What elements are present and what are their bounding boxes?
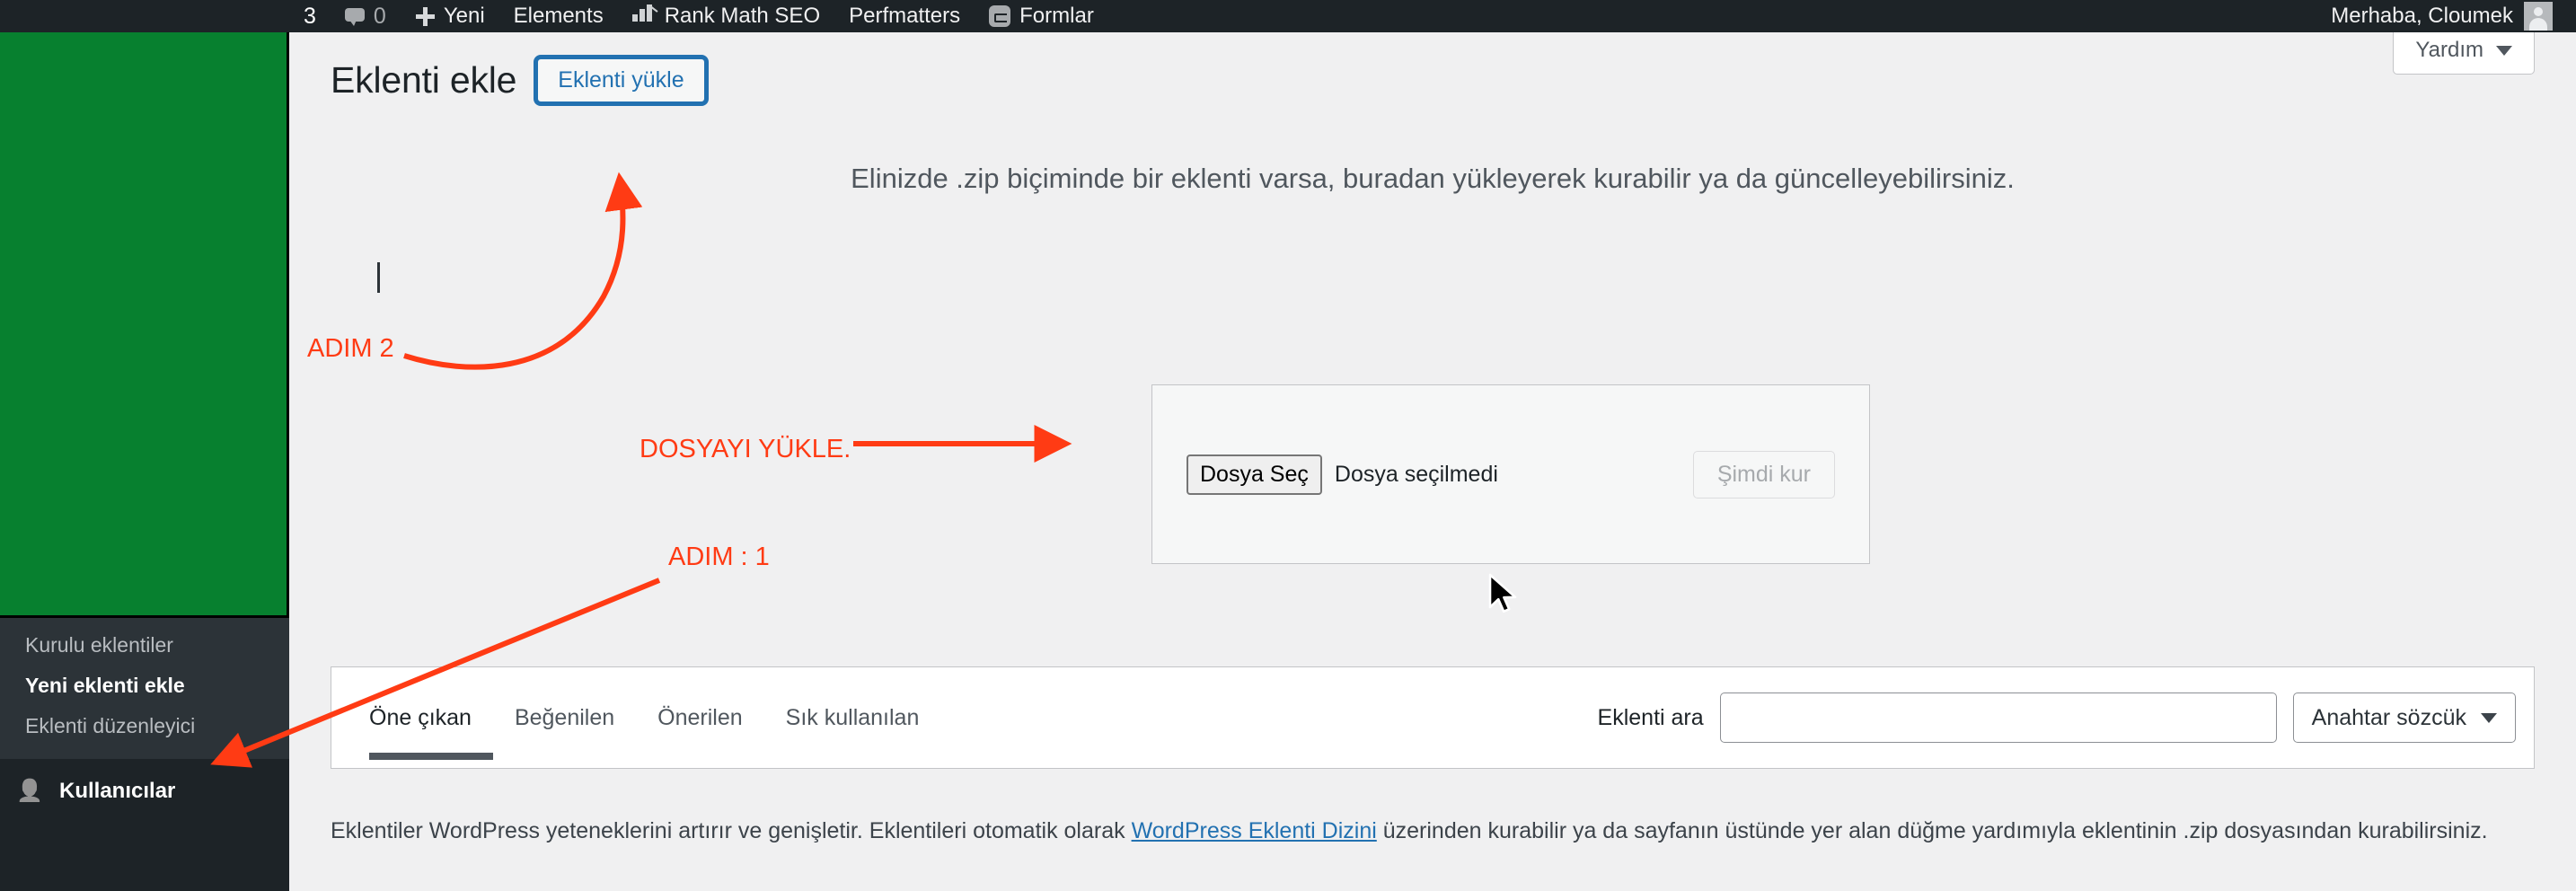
chevron-down-icon xyxy=(2481,712,2497,723)
help-button-label: Yardım xyxy=(2415,38,2483,62)
comments-count: 0 xyxy=(373,3,386,29)
page-title: Eklenti ekle xyxy=(331,59,517,101)
screen-root: 3 0 Yeni Elements Rank Math SEO Perfmatt… xyxy=(0,0,2576,891)
admin-sidebar: Ⓦ ⌂ Cloumek Başlangıç Yazılar Ortamlar F… xyxy=(0,0,290,891)
admin-bar-elements[interactable]: Elements xyxy=(499,0,618,32)
admin-bar-perfmatters[interactable]: Perfmatters xyxy=(834,0,975,32)
main-content: Yardım Eklenti ekle Eklenti yükle Eliniz… xyxy=(289,32,2576,891)
help-button[interactable]: Yardım xyxy=(2393,32,2535,75)
sidebar-item-yeni-eklenti-ekle[interactable]: Yeni eklenti ekle xyxy=(0,666,289,706)
sidebar-item-eklenti-duzenleyici[interactable]: Eklenti düzenleyici xyxy=(0,706,289,746)
plugin-upload-box: Dosya Seç Dosya seçilmedi Şimdi kur xyxy=(1151,384,1870,564)
admin-bar: 3 0 Yeni Elements Rank Math SEO Perfmatt… xyxy=(0,0,2576,32)
description-part1: Eklentiler WordPress yeteneklerini artır… xyxy=(331,818,1132,843)
user-avatar-icon xyxy=(2524,2,2553,31)
content-wrap: Yardım Eklenti ekle Eklenti yükle Eliniz… xyxy=(289,32,2576,195)
sidebar-item-kullanicilar[interactable]: Kullanıcılar xyxy=(0,759,289,824)
tab-sik-kullanilan[interactable]: Sık kullanılan xyxy=(764,666,941,769)
updates-count: 3 xyxy=(304,3,316,29)
page-header: Eklenti ekle Eklenti yükle xyxy=(331,32,2535,103)
sidebar-green-overlay xyxy=(0,0,289,618)
tab-begenilen[interactable]: Beğenilen xyxy=(493,666,636,769)
wordpress-plugin-directory-link[interactable]: WordPress Eklenti Dizini xyxy=(1132,818,1377,843)
search-type-select[interactable]: Anahtar sözcük xyxy=(2292,693,2516,743)
description-part2: üzerinden kurabilir ya da sayfanın üstün… xyxy=(1376,818,2488,843)
plus-icon xyxy=(415,6,435,26)
formidable-forms-icon xyxy=(989,5,1011,27)
annotation-label-step1: ADIM : 1 xyxy=(668,543,770,571)
admin-bar-updates[interactable]: 3 xyxy=(289,0,331,32)
rank-math-bars-icon xyxy=(631,4,656,25)
admin-bar-greeting: Merhaba, Cloumek xyxy=(2331,4,2513,28)
admin-bar-forms[interactable]: Formlar xyxy=(975,0,1108,32)
sidebar-item-label: Kullanıcılar xyxy=(59,779,176,803)
admin-bar-rank-math[interactable]: Rank Math SEO xyxy=(618,0,834,32)
file-status-text: Dosya seçilmedi xyxy=(1334,461,1498,487)
admin-bar-elements-label: Elements xyxy=(513,4,604,28)
search-type-value: Anahtar sözcük xyxy=(2311,704,2466,730)
chevron-down-icon xyxy=(2496,45,2512,56)
plugins-description: Eklentiler WordPress yeteneklerini artır… xyxy=(331,814,2513,849)
sidebar-submenu-plugins: Kurulu eklentiler Yeni eklenti ekle Ekle… xyxy=(0,614,289,759)
annotation-label-step2: ADIM 2 xyxy=(307,334,394,363)
upload-lead-text: Elinizde .zip biçiminde bir eklenti vars… xyxy=(851,163,2015,194)
admin-bar-rank-math-label: Rank Math SEO xyxy=(664,4,821,28)
upload-plugin-button[interactable]: Eklenti yükle xyxy=(536,57,706,103)
text-caret-mark xyxy=(377,262,380,293)
admin-bar-left-group: 3 0 Yeni Elements Rank Math SEO Perfmatt… xyxy=(0,0,1108,32)
comment-bubble-icon xyxy=(344,8,365,26)
sidebar-item-kurulu-eklentiler[interactable]: Kurulu eklentiler xyxy=(0,625,289,666)
admin-bar-forms-label: Formlar xyxy=(1019,4,1094,28)
users-icon xyxy=(16,778,43,805)
admin-bar-perfmatters-label: Perfmatters xyxy=(849,4,961,28)
search-input[interactable] xyxy=(1719,693,2277,743)
annotation-label-upload: DOSYAYI YÜKLE. xyxy=(640,435,851,463)
file-input-row: Dosya Seç Dosya seçilmedi xyxy=(1187,454,1498,495)
admin-bar-account[interactable]: Merhaba, Cloumek xyxy=(2331,0,2576,32)
admin-bar-new[interactable]: Yeni xyxy=(401,0,499,32)
plugin-search-area: Eklenti ara Anahtar sözcük xyxy=(1598,693,2534,743)
admin-bar-new-label: Yeni xyxy=(443,4,485,28)
tab-one-cikan[interactable]: Öne çıkan xyxy=(369,666,493,769)
choose-file-button[interactable]: Dosya Seç xyxy=(1187,454,1322,495)
mouse-cursor xyxy=(1488,573,1517,613)
search-label: Eklenti ara xyxy=(1597,704,1704,730)
admin-bar-comments[interactable]: 0 xyxy=(331,0,401,32)
tab-onerilen[interactable]: Önerilen xyxy=(636,666,764,769)
install-now-button[interactable]: Şimdi kur xyxy=(1692,450,1835,498)
plugin-filter-bar: Öne çıkan Beğenilen Önerilen Sık kullanı… xyxy=(331,666,2535,769)
